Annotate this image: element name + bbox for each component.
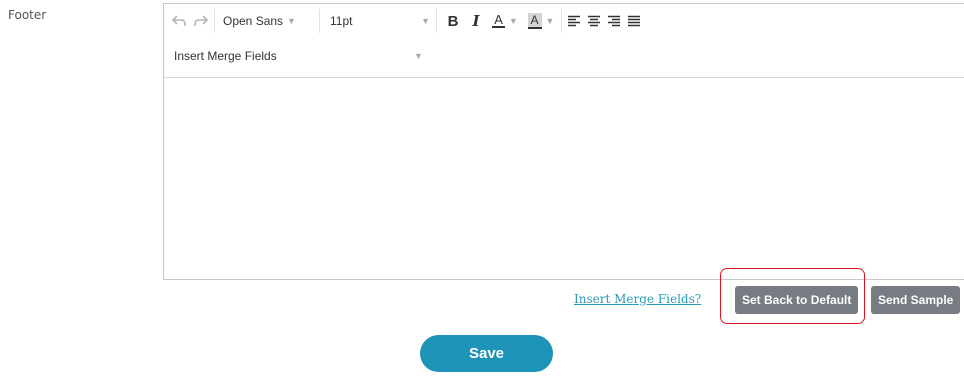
align-right-icon[interactable] bbox=[604, 9, 624, 33]
email-footer-editor-page: Footer Open Sans ▼ 11pt ▼ B I A ▼ A ▼ In… bbox=[0, 0, 964, 376]
bold-button[interactable]: B bbox=[441, 9, 465, 33]
font-family-value: Open Sans bbox=[223, 14, 284, 28]
align-justify-icon[interactable] bbox=[624, 9, 644, 33]
toolbar-separator bbox=[319, 9, 320, 33]
footer-label: Footer bbox=[8, 8, 47, 22]
rich-text-editor: Open Sans ▼ 11pt ▼ B I A ▼ A ▼ Insert Me… bbox=[163, 3, 964, 280]
merge-fields-select[interactable]: Insert Merge Fields ▼ bbox=[164, 38, 964, 74]
chevron-down-icon: ▼ bbox=[545, 16, 555, 26]
merge-fields-value: Insert Merge Fields bbox=[174, 49, 277, 63]
chevron-down-icon: ▼ bbox=[287, 16, 296, 26]
formatting-toolbar: Open Sans ▼ 11pt ▼ B I A ▼ A ▼ bbox=[164, 4, 964, 38]
background-color-button[interactable]: A ▼ bbox=[523, 9, 559, 33]
chevron-down-icon: ▼ bbox=[508, 16, 518, 26]
font-family-select[interactable]: Open Sans ▼ bbox=[217, 9, 317, 33]
undo-icon[interactable] bbox=[168, 9, 190, 33]
chevron-down-icon: ▼ bbox=[421, 16, 430, 26]
send-sample-button[interactable]: Send Sample bbox=[871, 286, 961, 314]
background-color-icon: A bbox=[527, 13, 542, 29]
align-left-icon[interactable] bbox=[564, 9, 584, 33]
text-color-icon: A bbox=[492, 12, 505, 28]
chevron-down-icon: ▼ bbox=[414, 51, 423, 61]
set-back-to-default-button[interactable]: Set Back to Default bbox=[735, 286, 859, 314]
toolbar-separator bbox=[436, 9, 437, 33]
align-center-icon[interactable] bbox=[584, 9, 604, 33]
font-size-select[interactable]: 11pt ▼ bbox=[322, 9, 434, 33]
text-color-button[interactable]: A ▼ bbox=[487, 9, 523, 33]
toolbar-separator bbox=[561, 9, 562, 33]
font-size-value: 11pt bbox=[330, 14, 353, 28]
toolbar-separator bbox=[214, 9, 215, 33]
editor-content-area[interactable] bbox=[164, 77, 964, 279]
insert-merge-fields-link[interactable]: Insert Merge Fields? bbox=[574, 292, 701, 306]
redo-icon[interactable] bbox=[190, 9, 212, 33]
italic-button[interactable]: I bbox=[465, 9, 487, 33]
save-button[interactable]: Save bbox=[420, 335, 553, 372]
